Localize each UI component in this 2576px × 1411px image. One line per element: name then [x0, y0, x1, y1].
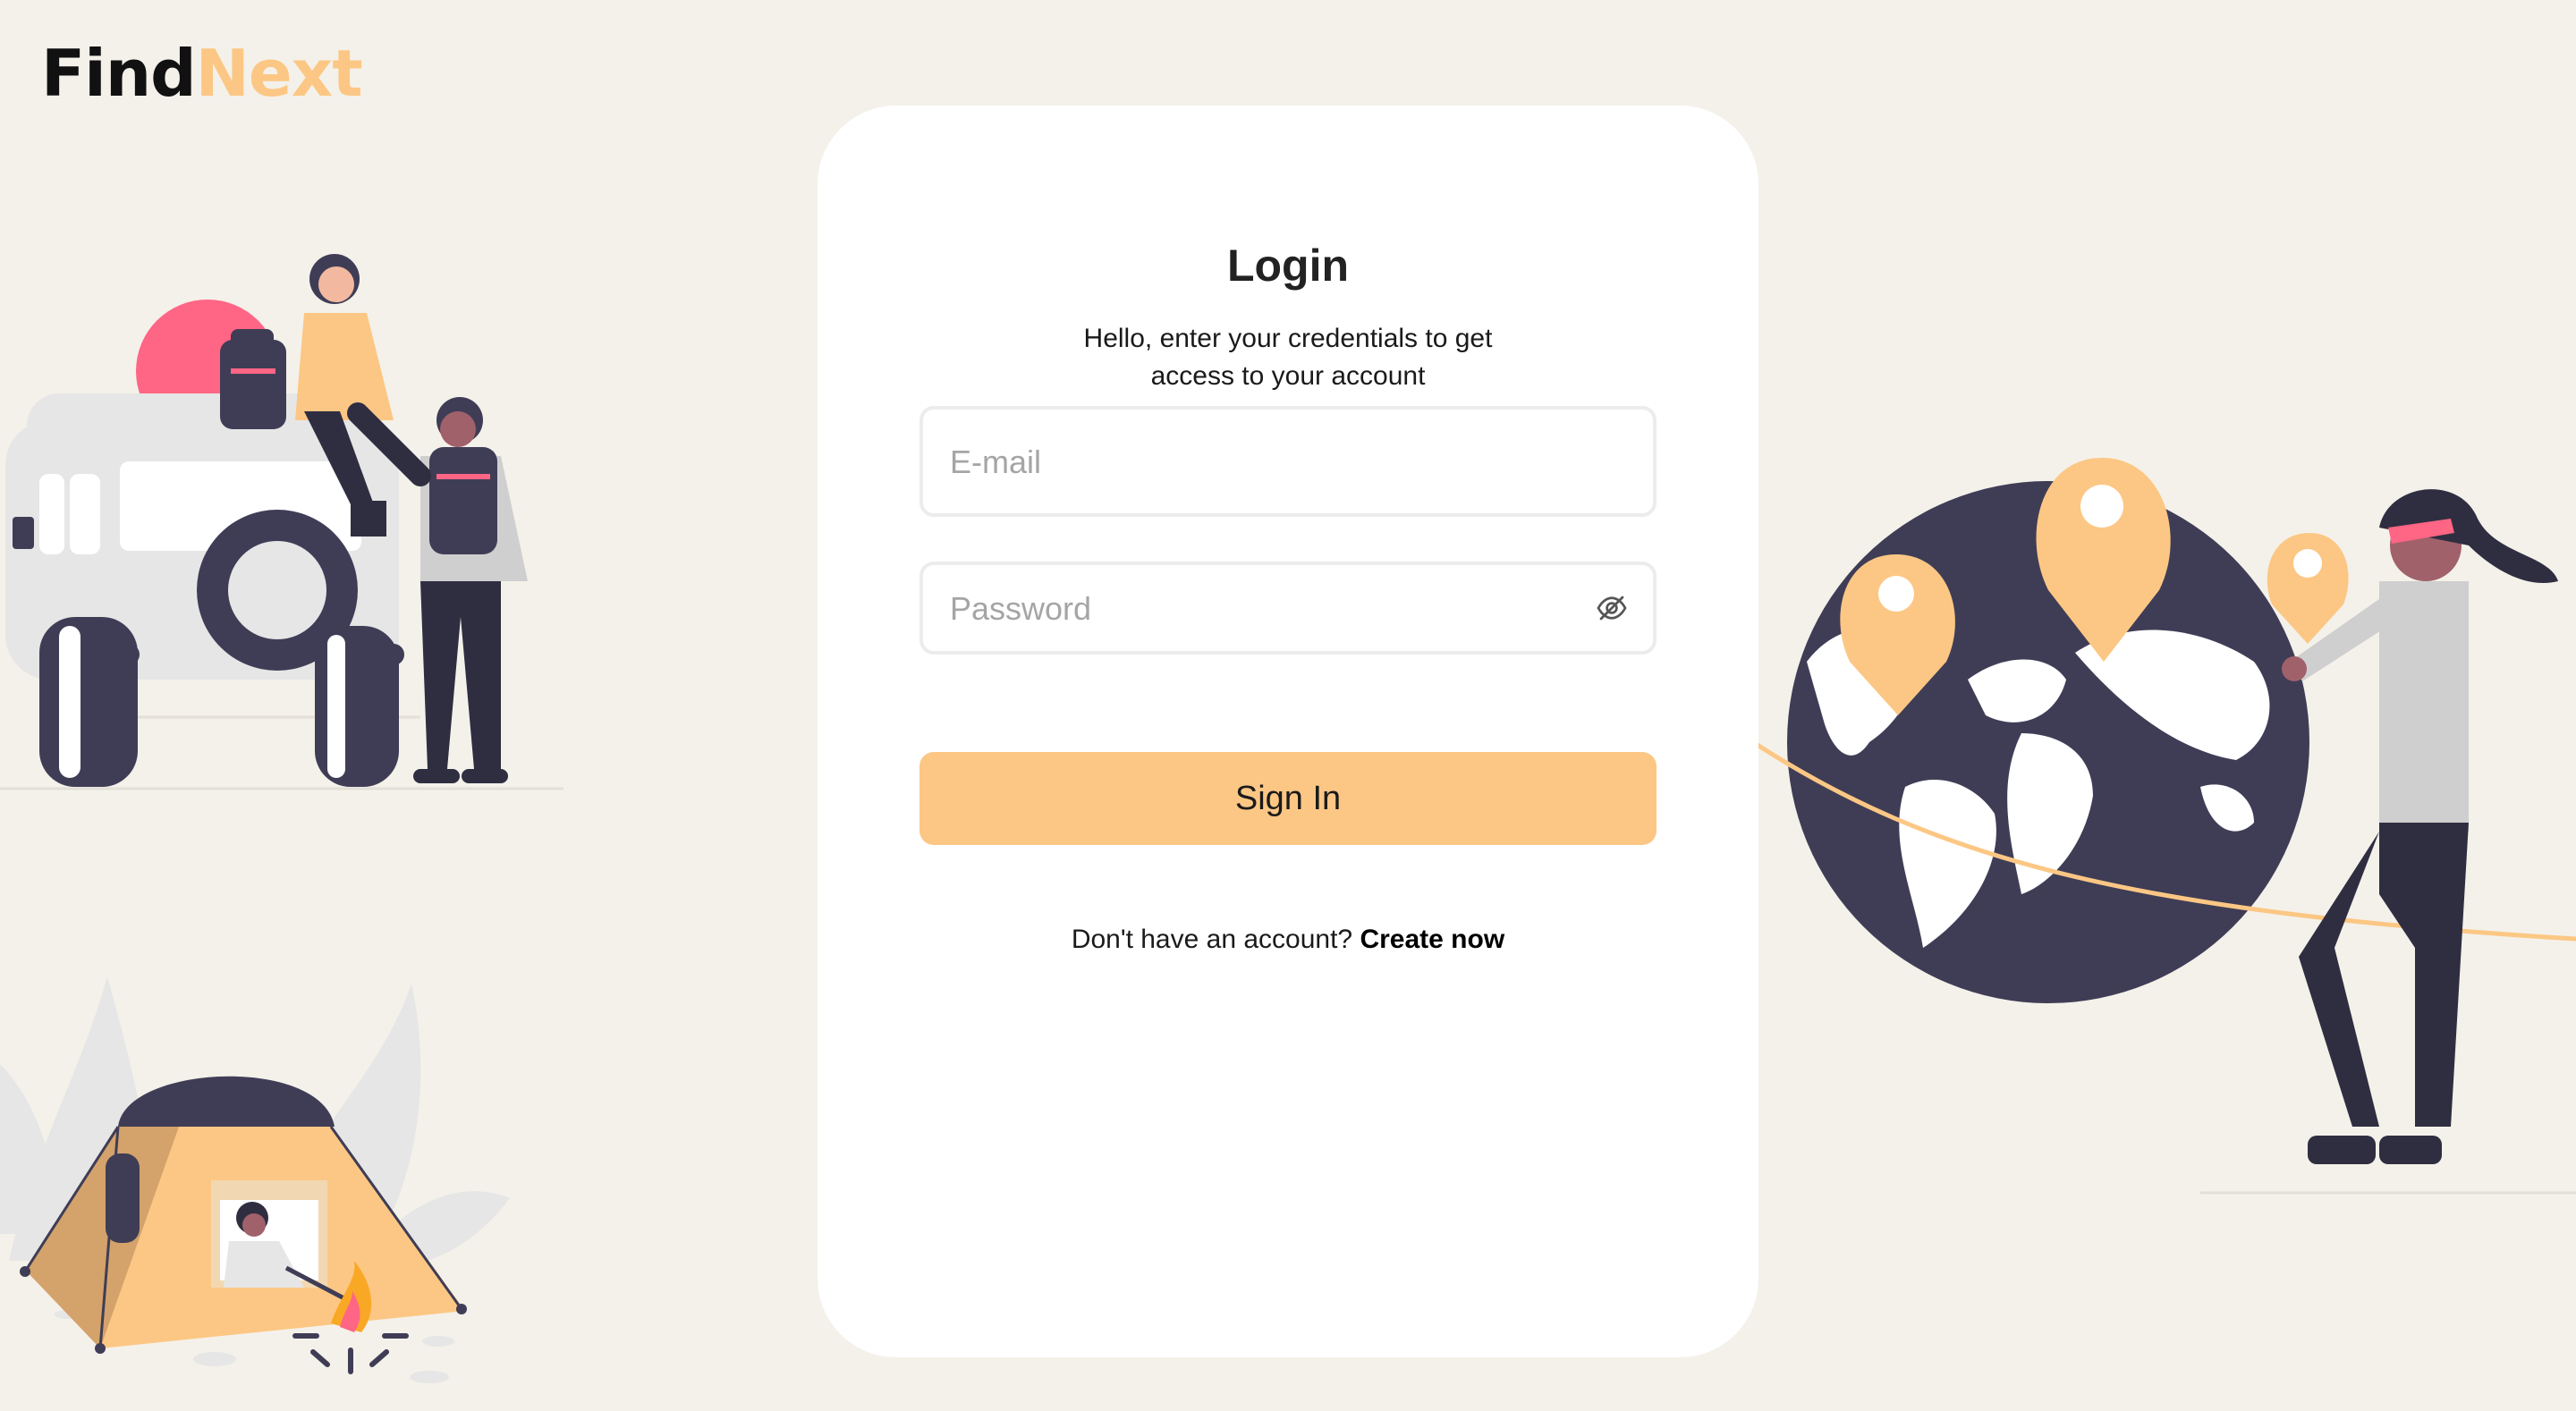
camping-tent-illustration: [0, 976, 510, 1383]
login-page: FindNext Login Hello, enter your credent…: [0, 0, 2576, 1411]
signup-prompt: Don't have an account? Create now: [818, 925, 1758, 955]
eye-slash-icon[interactable]: [1596, 592, 1628, 624]
login-title: Login: [1226, 241, 1350, 291]
brand-name-part2: Next: [195, 36, 363, 111]
password-field: [919, 562, 1657, 655]
email-input[interactable]: [948, 410, 1583, 515]
login-card: Login Hello, enter your credentials to g…: [818, 106, 1758, 1357]
email-field: [919, 406, 1657, 517]
signup-prompt-text: Don't have an account?: [1071, 925, 1353, 954]
brand-logo[interactable]: FindNext: [41, 41, 363, 106]
login-subtitle: Hello, enter your credentials to get acc…: [1083, 324, 1493, 391]
brand-name-part1: Find: [41, 36, 197, 111]
globe-map-pins-illustration: [1753, 458, 2576, 1195]
create-account-link[interactable]: Create now: [1360, 925, 1504, 954]
sign-in-button[interactable]: Sign In: [919, 752, 1657, 845]
travelers-jeep-illustration: [0, 254, 564, 790]
password-input[interactable]: [948, 565, 1583, 653]
